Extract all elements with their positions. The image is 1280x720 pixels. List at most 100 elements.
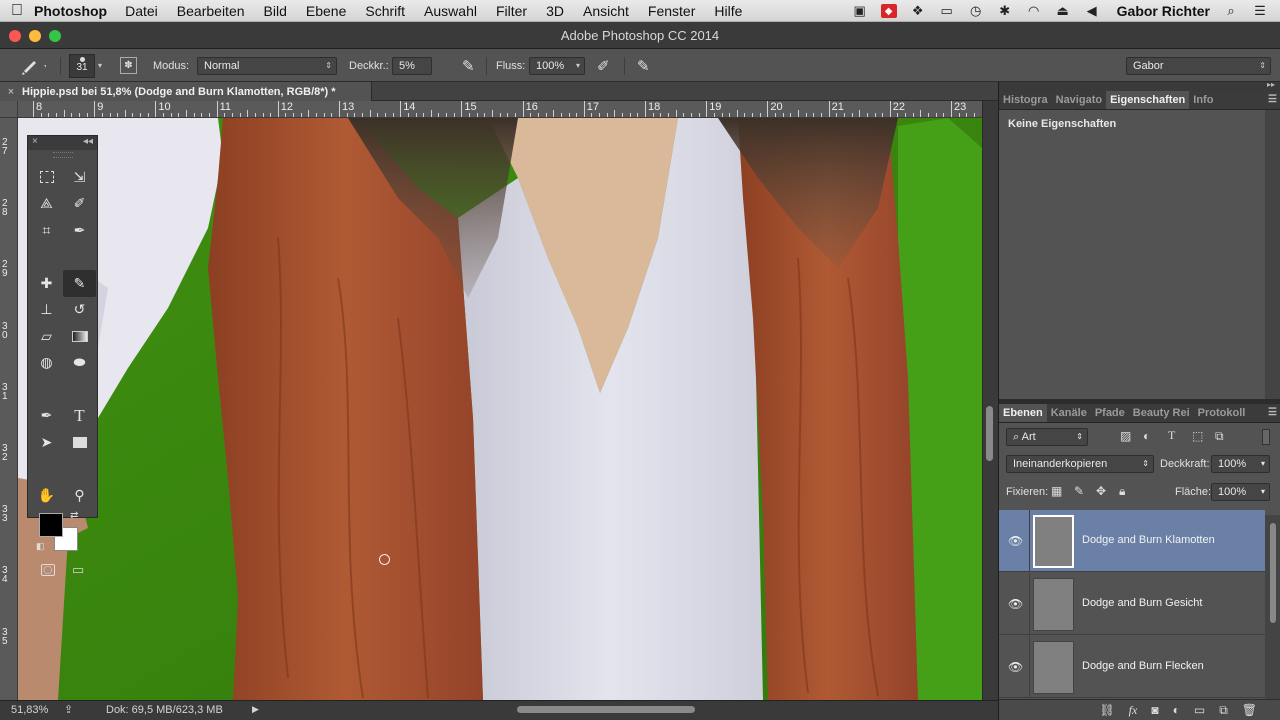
layer-blend-mode-select[interactable]: Ineinanderkopieren ⇕ [1006,455,1154,473]
horizontal-scroll-thumb[interactable] [517,706,695,713]
panel-dock-header[interactable]: ▸▸ [999,80,1280,91]
menu-3d[interactable]: 3D [546,3,564,19]
lock-all-icon[interactable]: 🔒︎ [1119,484,1125,499]
menu-schrift[interactable]: Schrift [365,3,405,19]
clone-stamp-tool[interactable]: ⊥ [30,297,63,324]
adjustment-layer-icon[interactable]: ◐ [1173,703,1180,717]
tab-pfade[interactable]: Pfade [1091,404,1129,422]
layer-name[interactable]: Dodge and Burn Flecken [1082,660,1204,672]
panel-menu-icon[interactable]: ☰ [1268,407,1277,418]
menu-hilfe[interactable]: Hilfe [714,3,742,19]
brush-size-picker[interactable]: 31 ▾ [69,49,102,82]
filter-pixel-layers-icon[interactable]: ▨ [1120,429,1131,443]
adobe-cc-icon[interactable]: ◆ [880,4,897,18]
eject-icon[interactable]: ⏏ [1055,3,1071,18]
airplay-icon[interactable]: ▭ [939,3,955,18]
notification-list-icon[interactable]: ☰ [1252,3,1268,18]
screen-mode-icon[interactable]: ▭ [72,562,84,578]
tab-eigenschaften[interactable]: Eigenschaften [1106,91,1190,109]
eraser-tool[interactable]: ▱ [30,323,63,350]
brush-tool[interactable]: ✎ [63,270,96,297]
window-minimize-button[interactable] [29,30,41,42]
new-layer-icon[interactable]: ⧉ [1219,703,1228,718]
menu-filter[interactable]: Filter [496,3,527,19]
menu-bearbeiten[interactable]: Bearbeiten [177,3,245,19]
default-colors-icon[interactable]: ◧ [36,541,45,552]
layer-opacity-input[interactable]: 100% ▾ [1211,455,1270,473]
menu-ansicht[interactable]: Ansicht [583,3,629,19]
filter-shape-layers-icon[interactable]: ⬚ [1192,429,1203,443]
panel-menu-icon[interactable]: ☰ [1268,94,1277,105]
dodge-tool[interactable]: ⬬ [63,350,96,377]
horizontal-ruler[interactable]: 8 9 10 11 12 13 14 15 16 17 18 19 20 21 22 23 [18,101,982,118]
add-mask-icon[interactable]: ◙ [1151,703,1158,717]
foreground-color-swatch[interactable] [39,512,63,537]
tab-kanaele[interactable]: Kanäle [1047,404,1091,422]
tab-histogramm[interactable]: Histogra [999,91,1052,109]
zoom-level[interactable]: 51,83% [11,704,48,716]
move-tool[interactable]: ⇲ [63,164,96,191]
filter-adjustment-layers-icon[interactable]: ◐ [1143,429,1150,443]
type-tool[interactable]: T [63,403,96,430]
opacity-input[interactable]: 5% [392,56,432,75]
export-icon[interactable]: ⇪ [64,703,73,716]
lock-transparency-icon[interactable]: ▦ [1051,484,1062,498]
ruler-origin[interactable] [0,101,18,118]
pressure-size-button[interactable]: ✎ [637,49,650,82]
layers-scrollbar[interactable] [1265,515,1280,720]
new-group-icon[interactable]: ▭ [1194,703,1205,717]
zoom-tool[interactable]: ⚲ [63,482,96,509]
lasso-tool[interactable]: ⟁ [30,191,63,218]
layer-thumbnail[interactable] [1033,641,1074,694]
menu-fenster[interactable]: Fenster [648,3,695,19]
wifi-icon[interactable]: ◠ [1026,3,1042,18]
menu-auswahl[interactable]: Auswahl [424,3,477,19]
collapse-panel-icon[interactable]: ◂◂ [83,136,93,147]
filter-toggle-switch[interactable] [1262,429,1270,445]
pen-tool[interactable]: ✒ [30,403,63,430]
tab-navigator[interactable]: Navigato [1052,91,1106,109]
window-close-button[interactable] [9,30,21,42]
bluetooth-icon[interactable]: ✱ [997,3,1013,18]
eyedropper-tool[interactable]: ✒ [63,217,96,244]
time-machine-icon[interactable]: ◷ [968,3,984,18]
menu-ebene[interactable]: Ebene [306,3,346,19]
document-tab[interactable]: × Hippie.psd bei 51,8% (Dodge and Burn K… [0,82,372,101]
history-brush-tool[interactable]: ↺ [63,297,96,324]
lock-position-icon[interactable]: ✥ [1096,484,1106,498]
menu-datei[interactable]: Datei [125,3,158,19]
filter-smart-objects-icon[interactable]: ⧉ [1215,429,1224,444]
vertical-ruler[interactable]: 27 28 29 30 31 32 33 34 35 [0,118,18,700]
visibility-eye-icon[interactable]: 👁︎ [1008,597,1023,611]
layer-thumbnail[interactable] [1033,515,1074,568]
pressure-opacity-button[interactable]: ✎ [462,49,475,82]
layer-name[interactable]: Dodge and Burn Klamotten [1082,534,1215,546]
swap-colors-icon[interactable]: ⇄ [70,510,78,521]
link-layers-icon[interactable]: ⛓ [1099,703,1114,717]
tab-protokoll[interactable]: Protokoll [1194,404,1250,422]
layer-row[interactable]: 👁︎ Dodge and Burn Gesicht [999,573,1265,635]
blur-tool[interactable]: ◍ [30,350,63,377]
tab-beauty-retusche[interactable]: Beauty Rei [1129,404,1194,422]
rectangle-tool[interactable] [63,429,96,456]
close-panel-icon[interactable]: × [32,136,38,147]
menu-bild[interactable]: Bild [264,3,287,19]
layer-name[interactable]: Dodge and Burn Gesicht [1082,597,1202,609]
filter-type-layers-icon[interactable]: T [1168,428,1175,443]
close-document-icon[interactable]: × [0,86,22,98]
menu-app-name[interactable]: Photoshop [34,3,107,19]
tab-ebenen[interactable]: Ebenen [999,404,1047,422]
spotlight-search-icon[interactable]: ⌕ [1223,3,1239,18]
layer-fill-input[interactable]: 100% ▾ [1211,483,1270,501]
layer-row[interactable]: 👁︎ Dodge and Burn Flecken [999,636,1265,698]
tool-preset-picker[interactable] [20,49,46,82]
volume-icon[interactable]: ◀ [1084,3,1100,18]
display-icon[interactable]: ▣ [852,3,868,18]
visibility-eye-icon[interactable]: 👁︎ [1008,660,1023,674]
crop-tool[interactable]: ⌗ [30,217,63,244]
brush-panel-toggle[interactable]: ✽ [120,49,137,82]
tab-info[interactable]: Info [1189,91,1217,109]
workspace-select[interactable]: Gabor ⇕ [1126,56,1271,75]
vertical-scrollbar[interactable] [982,101,998,700]
layer-style-fx-icon[interactable]: fx [1129,703,1138,718]
